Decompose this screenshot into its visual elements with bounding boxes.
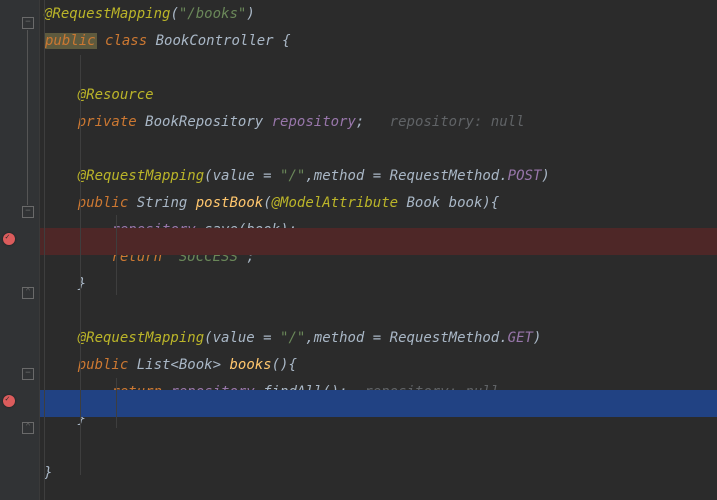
code-line[interactable]: @RequestMapping(value = "/",method = Req… bbox=[40, 163, 717, 190]
attr: value bbox=[213, 168, 255, 184]
indent-guide bbox=[44, 0, 45, 500]
punct: , bbox=[305, 330, 313, 346]
punct: = bbox=[364, 330, 389, 346]
code-line[interactable]: } bbox=[40, 271, 717, 298]
class-name: BookController bbox=[156, 33, 274, 49]
param: book bbox=[449, 195, 483, 211]
punct: ( bbox=[204, 168, 212, 184]
fold-toggle-icon[interactable]: − bbox=[22, 17, 34, 29]
code-editor[interactable]: @RestController @RequestMapping("/books"… bbox=[40, 0, 717, 500]
type: Book bbox=[407, 195, 441, 211]
fold-line bbox=[27, 30, 28, 205]
editor-gutter[interactable]: − − ⌃ − ⌃ bbox=[0, 0, 40, 500]
code-line[interactable]: public class BookController { bbox=[40, 28, 717, 55]
const: GET bbox=[508, 330, 533, 346]
const: POST bbox=[508, 168, 542, 184]
fold-toggle-icon[interactable]: − bbox=[22, 206, 34, 218]
execution-line-highlight bbox=[40, 390, 717, 417]
fold-end-icon[interactable]: ⌃ bbox=[22, 422, 34, 434]
code-line[interactable]: public String postBook(@ModelAttribute B… bbox=[40, 190, 717, 217]
punct: ( bbox=[204, 330, 212, 346]
punct: = bbox=[255, 330, 280, 346]
keyword: public bbox=[78, 357, 129, 373]
punct: = bbox=[364, 168, 389, 184]
punct: ( bbox=[263, 195, 271, 211]
code-line[interactable]: @RequestMapping(value = "/",method = Req… bbox=[40, 325, 717, 352]
annotation: @Resource bbox=[78, 87, 154, 103]
indent-guide bbox=[116, 215, 117, 295]
type: List<Book> bbox=[137, 357, 221, 373]
code-line[interactable]: @Resource bbox=[40, 82, 717, 109]
type: String bbox=[137, 195, 188, 211]
keyword: public bbox=[45, 33, 96, 49]
string-literal: "/books" bbox=[179, 6, 246, 22]
code-line[interactable] bbox=[40, 298, 717, 325]
code-line[interactable]: } bbox=[40, 460, 717, 487]
code-line[interactable] bbox=[40, 136, 717, 163]
code-line[interactable] bbox=[40, 433, 717, 460]
annotation: @RequestMapping bbox=[78, 330, 204, 346]
code-line[interactable] bbox=[40, 55, 717, 82]
punct: ){ bbox=[482, 195, 499, 211]
attr: method bbox=[314, 330, 365, 346]
annotation: @ModelAttribute bbox=[272, 195, 398, 211]
punct: , bbox=[305, 168, 313, 184]
keyword: private bbox=[78, 114, 137, 130]
string-literal: "/" bbox=[280, 330, 305, 346]
punct: (){ bbox=[272, 357, 297, 373]
indent-guide bbox=[80, 55, 81, 475]
code-line[interactable]: private BookRepository repository; repos… bbox=[40, 109, 717, 136]
fold-end-icon[interactable]: ⌃ bbox=[22, 287, 34, 299]
indent-guide bbox=[116, 378, 117, 428]
annotation: @RequestMapping bbox=[44, 6, 170, 22]
type: RequestMethod. bbox=[390, 330, 508, 346]
code-line[interactable]: @RequestMapping("/books") bbox=[40, 1, 717, 28]
punct: ) bbox=[246, 6, 254, 22]
field: repository bbox=[272, 114, 356, 130]
fold-toggle-icon[interactable]: − bbox=[22, 368, 34, 380]
string-literal: "/" bbox=[280, 168, 305, 184]
punct: = bbox=[255, 168, 280, 184]
punct: ) bbox=[533, 330, 541, 346]
annotation: @RequestMapping bbox=[78, 168, 204, 184]
type: BookRepository bbox=[145, 114, 263, 130]
keyword: public bbox=[78, 195, 129, 211]
punct: } bbox=[78, 276, 86, 292]
punct: ; bbox=[356, 114, 364, 130]
punct: { bbox=[282, 33, 290, 49]
punct: ) bbox=[541, 168, 549, 184]
attr: method bbox=[314, 168, 365, 184]
type: RequestMethod. bbox=[390, 168, 508, 184]
breakpoint-icon[interactable] bbox=[3, 395, 15, 407]
punct: ( bbox=[170, 6, 178, 22]
breakpoint-icon[interactable] bbox=[3, 233, 15, 245]
method: postBook bbox=[196, 195, 263, 211]
method: books bbox=[229, 357, 271, 373]
punct: } bbox=[44, 465, 52, 481]
code-line[interactable]: public List<Book> books(){ bbox=[40, 352, 717, 379]
attr: value bbox=[213, 330, 255, 346]
inline-hint: repository: null bbox=[390, 114, 525, 130]
error-line-highlight bbox=[40, 228, 717, 255]
keyword: class bbox=[105, 33, 147, 49]
